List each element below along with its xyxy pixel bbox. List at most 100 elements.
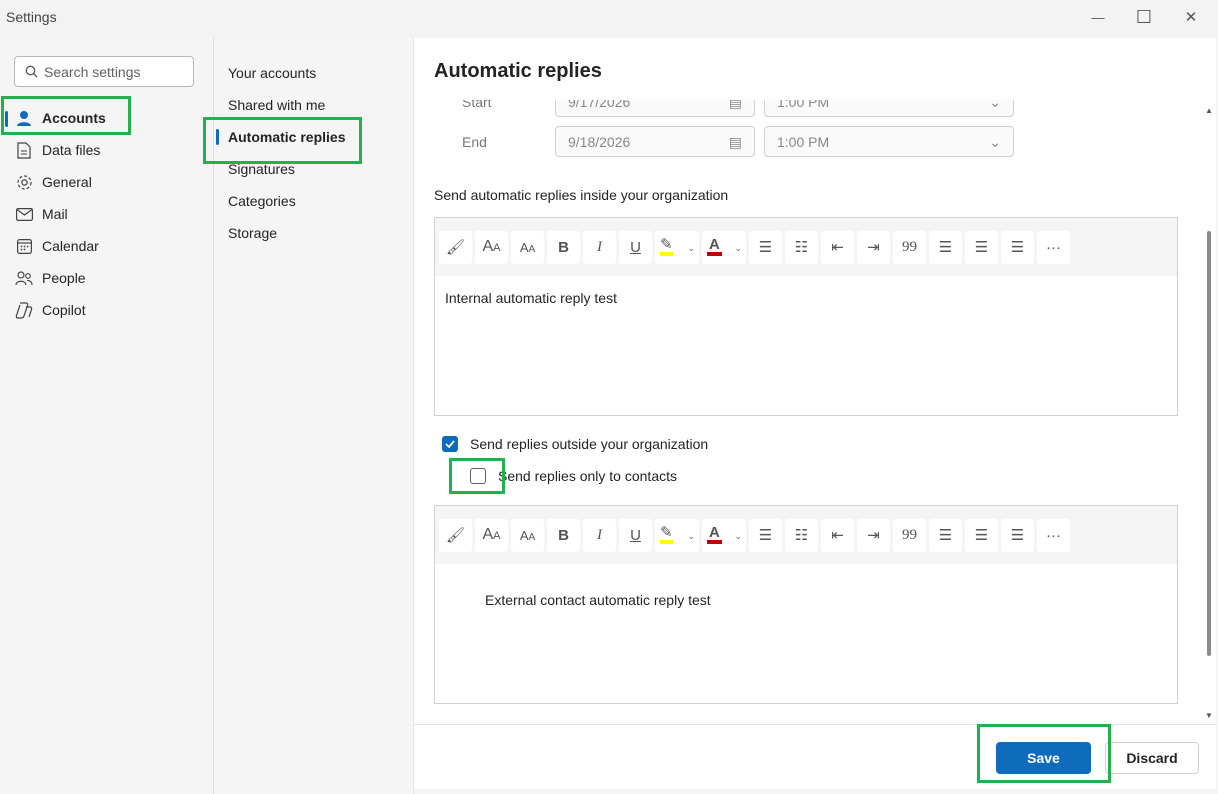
end-date-field[interactable]: 9/18/2026 ▤	[555, 126, 755, 157]
font-icon: AA	[482, 526, 501, 543]
align-left-button[interactable]: ☰	[929, 518, 962, 552]
quote-button[interactable]: 99	[893, 518, 926, 552]
people-icon	[15, 269, 33, 287]
align-right-button[interactable]: ☰	[1001, 518, 1034, 552]
discard-button[interactable]: Discard	[1105, 742, 1199, 774]
italic-button[interactable]: I	[583, 230, 616, 264]
align-center-button[interactable]: ☰	[965, 518, 998, 552]
more-options-button[interactable]: ···	[1037, 518, 1070, 552]
font-icon: AA	[482, 238, 501, 255]
nav-item-data-files[interactable]: Data files	[0, 135, 213, 165]
checkbox-unchecked[interactable]	[470, 468, 486, 484]
decrease-indent-button[interactable]: ⇤	[821, 518, 854, 552]
underline-button[interactable]: U	[619, 518, 652, 552]
font-color-icon: A	[707, 237, 722, 256]
numbering-button[interactable]: ☷	[785, 518, 818, 552]
minimize-button[interactable]: —	[1078, 4, 1118, 30]
font-size-button[interactable]: AA	[511, 230, 544, 264]
minimize-icon: —	[1091, 9, 1105, 25]
italic-button[interactable]: I	[583, 518, 616, 552]
bold-button[interactable]: B	[547, 230, 580, 264]
footer-actions: Save Discard	[414, 724, 1216, 789]
highlight-button[interactable]: ✎ ⌄	[655, 518, 699, 552]
nav-item-copilot[interactable]: Copilot	[0, 295, 213, 325]
start-date-field[interactable]: 9/17/2026 ▤	[555, 100, 755, 117]
italic-icon: I	[597, 526, 602, 543]
align-left-icon: ☰	[938, 239, 953, 256]
underline-button[interactable]: U	[619, 230, 652, 264]
start-time-value: 1:00 PM	[777, 100, 830, 110]
nav-item-general[interactable]: General	[0, 167, 213, 197]
quote-button[interactable]: 99	[893, 230, 926, 264]
numbering-button[interactable]: ☷	[785, 230, 818, 264]
contacts-only-checkbox[interactable]: Send replies only to contacts	[470, 468, 677, 484]
highlight-button[interactable]: ✎ ⌄	[655, 230, 699, 264]
nav-item-mail[interactable]: Mail	[0, 199, 213, 229]
sub-nav-storage[interactable]: Storage	[214, 218, 413, 248]
nav-item-label: Calendar	[42, 238, 99, 254]
align-right-button[interactable]: ☰	[1001, 230, 1034, 264]
format-painter-icon: 🖌	[445, 239, 466, 256]
nav-item-label: General	[42, 174, 92, 190]
save-button[interactable]: Save	[996, 742, 1091, 774]
vertical-scrollbar[interactable]: ▲ ▼	[1200, 100, 1216, 724]
font-button[interactable]: AA	[475, 518, 508, 552]
search-box[interactable]	[14, 56, 194, 87]
increase-indent-button[interactable]: ⇥	[857, 230, 890, 264]
font-button[interactable]: AA	[475, 230, 508, 264]
close-button[interactable]: ✕	[1171, 4, 1211, 30]
align-left-button[interactable]: ☰	[929, 230, 962, 264]
search-input[interactable]	[44, 63, 184, 80]
format-painter-icon: 🖌	[445, 527, 466, 544]
gear-icon	[15, 173, 33, 191]
scroll-up-icon[interactable]: ▲	[1205, 106, 1213, 115]
font-color-button[interactable]: A ⌄	[702, 230, 746, 264]
end-label: End	[462, 134, 487, 150]
chevron-down-icon: ⌄	[734, 242, 742, 253]
sub-nav-categories[interactable]: Categories	[214, 186, 413, 216]
chevron-down-icon: ⌄	[989, 100, 1001, 110]
quote-icon: 99	[902, 238, 917, 255]
nav-item-label: People	[42, 270, 86, 286]
increase-indent-button[interactable]: ⇥	[857, 518, 890, 552]
calendar-icon: ▤	[728, 134, 742, 150]
scrollbar-thumb[interactable]	[1207, 231, 1211, 656]
maximize-button[interactable]: ☐	[1124, 4, 1164, 30]
start-time-dropdown[interactable]: 1:00 PM ⌄	[764, 100, 1014, 117]
bullets-button[interactable]: ☰	[749, 230, 782, 264]
align-left-icon: ☰	[938, 527, 953, 544]
nav-item-label: Accounts	[42, 110, 106, 126]
more-options-button[interactable]: ···	[1037, 230, 1070, 264]
scroll-down-icon[interactable]: ▼	[1205, 711, 1213, 720]
font-color-button[interactable]: A ⌄	[702, 518, 746, 552]
main-pane: Automatic replies Start 9/17/2026 ▤ 1:00…	[414, 38, 1216, 789]
send-outside-checkbox[interactable]: Send replies outside your organization	[442, 436, 708, 452]
sub-nav-automatic-replies[interactable]: Automatic replies	[214, 122, 413, 152]
sub-nav-signatures[interactable]: Signatures	[214, 154, 413, 184]
sub-nav-shared-with-me[interactable]: Shared with me	[214, 90, 413, 120]
font-size-button[interactable]: AA	[511, 518, 544, 552]
end-time-dropdown[interactable]: 1:00 PM ⌄	[764, 126, 1014, 157]
close-icon: ✕	[1184, 9, 1198, 26]
increase-indent-icon: ⇥	[867, 527, 880, 544]
internal-reply-text[interactable]: Internal automatic reply test	[435, 276, 1177, 320]
align-center-button[interactable]: ☰	[965, 230, 998, 264]
bold-button[interactable]: B	[547, 518, 580, 552]
nav-item-people[interactable]: People	[0, 263, 213, 293]
external-reply-editor: 🖌 AA AA B I U ✎ ⌄ A ⌄ ☰ ☷ ⇤ ⇥ 99 ☰ ☰ ☰ ·…	[434, 505, 1178, 704]
bold-icon: B	[558, 238, 569, 256]
external-reply-text[interactable]: External contact automatic reply test	[435, 564, 1177, 622]
format-painter-button[interactable]: 🖌	[439, 230, 472, 264]
numbering-icon: ☷	[794, 527, 809, 544]
checkbox-checked[interactable]	[442, 436, 458, 452]
quote-icon: 99	[902, 526, 917, 543]
nav-item-calendar[interactable]: Calendar	[0, 231, 213, 261]
decrease-indent-button[interactable]: ⇤	[821, 230, 854, 264]
sub-nav-your-accounts[interactable]: Your accounts	[214, 58, 413, 88]
align-right-icon: ☰	[1010, 239, 1025, 256]
sub-nav-label: Signatures	[228, 161, 295, 177]
settings-scroll-area[interactable]: Start 9/17/2026 ▤ 1:00 PM ⌄ End 9/18/202…	[414, 100, 1216, 724]
bullets-button[interactable]: ☰	[749, 518, 782, 552]
format-painter-button[interactable]: 🖌	[439, 518, 472, 552]
nav-item-accounts[interactable]: Accounts	[0, 103, 213, 133]
